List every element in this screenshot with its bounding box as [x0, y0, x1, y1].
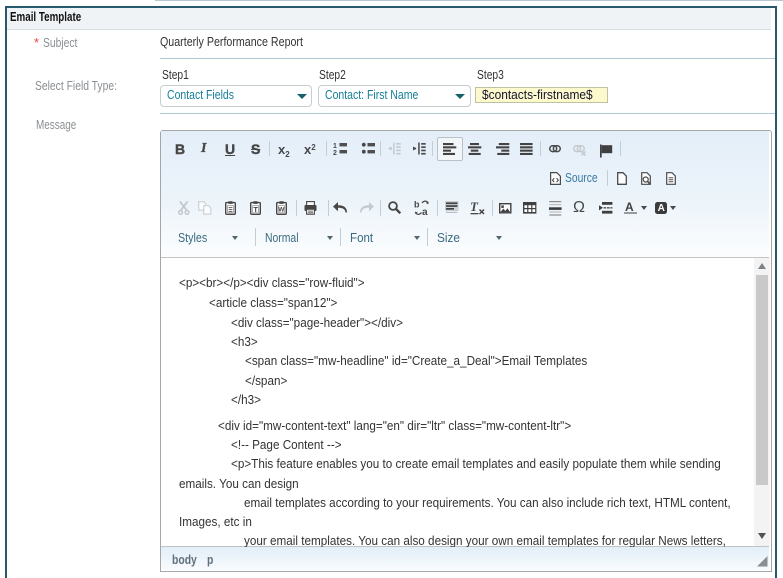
- svg-text:2: 2: [333, 150, 337, 157]
- svg-text:b: b: [414, 200, 420, 210]
- svg-text:a: a: [422, 207, 428, 218]
- svg-text:1: 1: [333, 143, 337, 150]
- svg-text:T: T: [253, 205, 258, 214]
- svg-text:T: T: [470, 199, 479, 214]
- svg-text:W: W: [278, 207, 285, 214]
